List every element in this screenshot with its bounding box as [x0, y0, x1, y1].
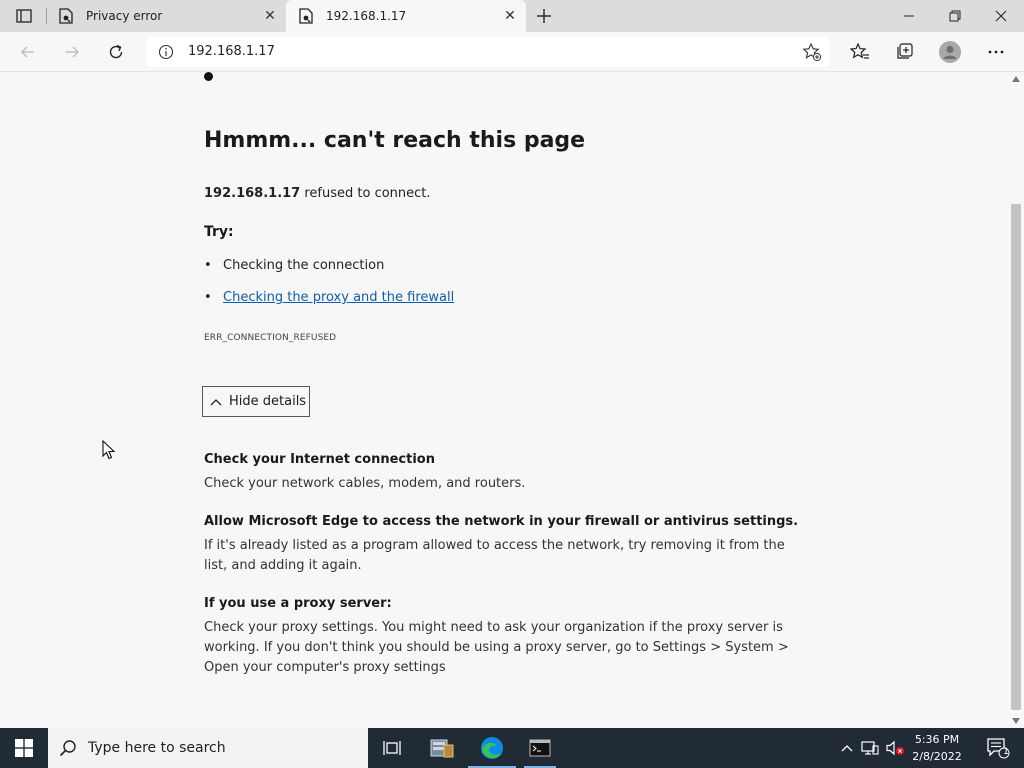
hide-details-label: Hide details — [229, 394, 307, 409]
vertical-scrollbar[interactable] — [1008, 72, 1024, 728]
details-text: Check your proxy settings. You might nee… — [204, 620, 789, 675]
windows-taskbar: Type here to search 5:36 PM 2/8/2022 1 — [0, 728, 1024, 768]
refresh-icon[interactable] — [100, 36, 132, 68]
scroll-thumb[interactable] — [1011, 204, 1021, 710]
address-bar[interactable]: 192.168.1.17 — [146, 37, 830, 67]
collections-icon[interactable] — [888, 36, 920, 68]
error-code: ERR_CONNECTION_REFUSED — [204, 333, 337, 343]
profile-avatar-icon[interactable] — [934, 36, 966, 68]
add-favorite-star-icon[interactable] — [802, 42, 822, 62]
suggestion-text: Checking the connection — [223, 258, 385, 273]
details-text: If it's already listed as a program allo… — [204, 538, 785, 573]
new-tab-plus-icon[interactable] — [532, 4, 556, 28]
speaker-muted-icon[interactable] — [884, 728, 906, 768]
taskbar-clock[interactable]: 5:36 PM 2/8/2022 — [904, 731, 970, 765]
details-heading: If you use a proxy server: — [204, 596, 392, 611]
notification-count: 1 — [1003, 747, 1009, 757]
broken-page-icon — [58, 8, 74, 24]
tab-label: Privacy error — [86, 9, 163, 23]
search-placeholder: Type here to search — [88, 740, 226, 756]
site-info-icon[interactable] — [158, 44, 174, 60]
server-manager-icon[interactable] — [418, 728, 466, 768]
bullet-icon: • — [204, 258, 212, 273]
forward-arrow-icon[interactable] — [56, 36, 88, 68]
clock-time: 5:36 PM — [914, 733, 960, 746]
scroll-up-arrow-icon[interactable] — [1012, 76, 1020, 82]
more-menu-icon[interactable] — [980, 36, 1012, 68]
command-prompt-icon[interactable] — [516, 728, 564, 768]
windows-start-icon[interactable] — [0, 728, 48, 768]
refused-text: refused to connect. — [300, 186, 431, 201]
tab-192-168-1-17[interactable]: 192.168.1.17 ✕ — [286, 0, 526, 32]
refused-message: 192.168.1.17 refused to connect. — [204, 186, 431, 201]
page-title: Hmmm... can't reach this page — [204, 128, 586, 153]
show-hidden-icons-chevron-icon[interactable] — [838, 728, 856, 768]
minimize-icon[interactable] — [886, 0, 932, 32]
title-bar: Privacy error ✕ 192.168.1.17 ✕ — [0, 0, 1024, 32]
edge-browser-icon[interactable] — [468, 728, 516, 768]
close-tab-icon[interactable]: ✕ — [500, 6, 520, 26]
network-icon[interactable] — [860, 728, 880, 768]
mouse-cursor-icon — [102, 439, 116, 464]
suggestion-item: • Checking the connection — [204, 258, 384, 273]
search-icon — [48, 739, 88, 757]
task-view-icon[interactable] — [368, 728, 416, 768]
notification-center-icon[interactable]: 1 — [978, 728, 1018, 768]
page-content: Hmmm... can't reach this page 192.168.1.… — [0, 72, 1008, 728]
close-tab-icon[interactable]: ✕ — [260, 6, 280, 26]
clock-date: 2/8/2022 — [912, 750, 962, 763]
hide-details-button[interactable]: Hide details — [202, 386, 310, 417]
back-arrow-icon[interactable] — [12, 36, 44, 68]
close-window-icon[interactable] — [978, 0, 1024, 32]
bullet-icon: • — [204, 290, 212, 305]
error-graphic — [204, 72, 213, 81]
taskbar-search-box[interactable]: Type here to search — [48, 728, 368, 768]
chevron-up-icon — [203, 398, 229, 406]
try-heading: Try: — [204, 224, 234, 240]
tab-privacy-error[interactable]: Privacy error ✕ — [46, 0, 286, 32]
proxy-firewall-link[interactable]: Checking the proxy and the firewall — [223, 290, 454, 305]
scroll-down-arrow-icon[interactable] — [1012, 718, 1020, 724]
suggestion-item: • Checking the proxy and the firewall — [204, 290, 454, 305]
details-text: Check your network cables, modem, and ro… — [204, 476, 526, 491]
address-url[interactable]: 192.168.1.17 — [188, 44, 275, 59]
broken-page-icon — [298, 8, 314, 24]
host-name: 192.168.1.17 — [204, 186, 301, 201]
tab-actions-icon[interactable] — [8, 4, 40, 28]
details-heading: Allow Microsoft Edge to access the netwo… — [204, 514, 799, 529]
favorites-icon[interactable] — [844, 36, 876, 68]
browser-toolbar: 192.168.1.17 — [0, 32, 1024, 72]
details-heading: Check your Internet connection — [204, 452, 435, 467]
restore-icon[interactable] — [932, 0, 978, 32]
tab-label: 192.168.1.17 — [326, 9, 407, 23]
